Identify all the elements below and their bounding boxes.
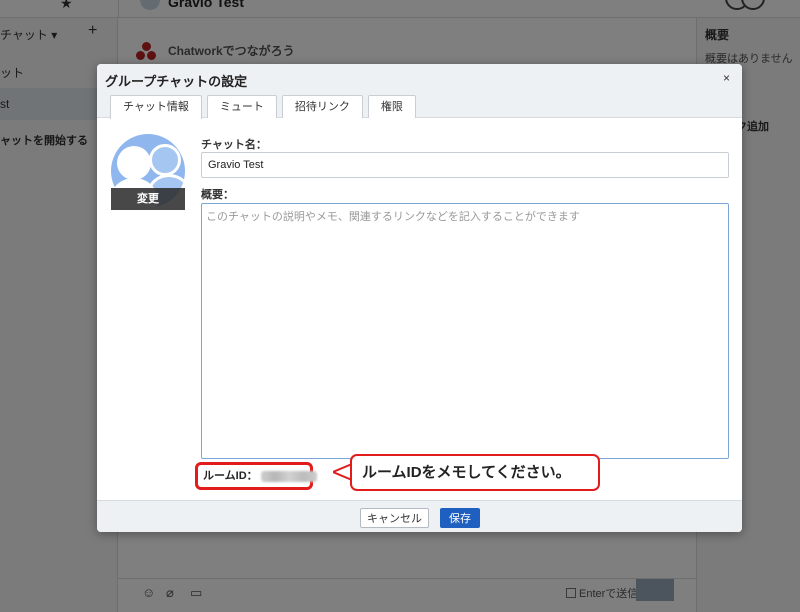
save-button[interactable]: 保存 [440,508,480,528]
room-id-value-blurred [260,470,317,482]
dialog-title: グループチャットの設定 [105,74,248,89]
tab-permissions[interactable]: 権限 [367,95,416,118]
tab-mute[interactable]: ミュート [206,95,277,118]
change-avatar-button[interactable]: 変更 [111,188,185,210]
chat-name-input[interactable] [201,152,729,178]
close-icon[interactable]: × [723,71,730,85]
room-id-label: ルームID： [203,470,258,482]
cancel-button[interactable]: キャンセル [360,508,429,528]
group-chat-settings-dialog: グループチャットの設定 × チャット情報 ミュート 招待リンク 権限 変更 チャ… [97,64,742,532]
room-id-callout: ルームIDをメモしてください。 [350,454,600,491]
chat-name-label: チャット名： [201,139,267,151]
description-label: 概要： [201,189,234,201]
tab-invite-link[interactable]: 招待リンク [281,95,363,118]
description-textarea[interactable] [201,203,729,459]
settings-tabs: チャット情報 ミュート 招待リンク 権限 [110,95,421,119]
room-id-highlight: ルームID： [195,462,317,490]
dialog-footer: キャンセル 保存 [97,500,742,532]
tab-chat-info[interactable]: チャット情報 [110,95,202,119]
dialog-header: グループチャットの設定 × チャット情報 ミュート 招待リンク 権限 [97,64,742,119]
